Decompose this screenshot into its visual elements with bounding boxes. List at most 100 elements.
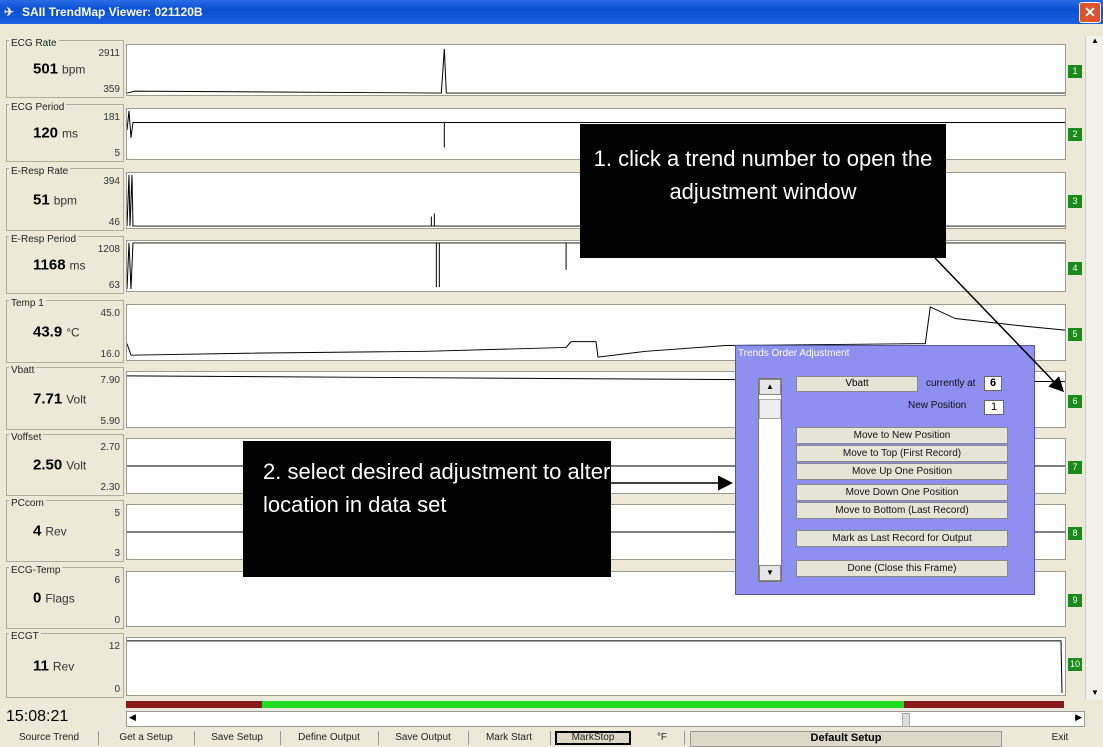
trend-name: Voffset [9, 432, 44, 443]
trend-name: Vbatt [9, 365, 37, 376]
trend-label-panel: PCcom 5 4 Rev 3 [6, 498, 124, 562]
trend-row-10: ECGT 12 11 Rev 0 [0, 631, 1066, 698]
mark-stop-button[interactable]: MarkStop [555, 731, 631, 745]
source-trend-button[interactable]: Source Trend [0, 731, 99, 745]
trend-row-1: ECG Rate 2911 501 bpm 359 [0, 38, 1066, 98]
trend-name: ECG Period [9, 102, 67, 113]
trend-number-6[interactable]: 6 [1068, 395, 1082, 408]
define-output-button[interactable]: Define Output [280, 731, 379, 745]
trend-number-8[interactable]: 8 [1068, 527, 1082, 540]
range-excluded-start [126, 701, 262, 708]
trend-value: 0 Flags [33, 589, 75, 607]
trend-name: ECG Rate [9, 38, 59, 49]
scroll-thumb[interactable] [902, 713, 910, 727]
trend-plot[interactable] [126, 44, 1066, 96]
callout-step-1: 1. click a trend number to open the adju… [580, 124, 946, 258]
move-to-new-position-button[interactable]: Move to New Position [796, 427, 1008, 444]
callout-step-1-text: 1. click a trend number to open the adju… [593, 146, 933, 204]
trend-max: 12 [108, 641, 120, 652]
vertical-scrollbar[interactable]: ▲ ▼ [1085, 36, 1103, 700]
time-display: 15:08:21 [6, 708, 69, 725]
trend-min: 0 [114, 684, 120, 695]
move-to-top-button[interactable]: Move to Top (First Record) [796, 445, 1008, 462]
new-position-input[interactable]: 1 [984, 400, 1004, 415]
trend-max: 45.0 [100, 308, 120, 319]
trend-min: 5 [114, 148, 120, 159]
move-up-button[interactable]: Move Up One Position [796, 463, 1008, 480]
scroll-up-icon[interactable]: ▲ [1086, 36, 1103, 48]
mark-last-record-button[interactable]: Mark as Last Record for Output [796, 530, 1008, 547]
range-selected [262, 701, 904, 708]
selected-trend-field: Vbatt [796, 376, 918, 392]
trend-label-panel: ECGT 12 11 Rev 0 [6, 631, 124, 698]
trend-max: 2911 [98, 48, 120, 59]
window-title: SAII TrendMap Viewer: 021120B [22, 5, 203, 19]
trend-min: 63 [108, 280, 120, 291]
move-down-button[interactable]: Move Down One Position [796, 484, 1008, 501]
trend-number-4[interactable]: 4 [1068, 262, 1082, 275]
list-down-icon[interactable]: ▼ [759, 565, 781, 581]
trend-number-5[interactable]: 5 [1068, 328, 1082, 341]
list-up-icon[interactable]: ▲ [759, 379, 781, 395]
trend-plot[interactable] [126, 637, 1066, 696]
toolbar: Source Trend Get a Setup Save Setup Defi… [0, 731, 1103, 747]
trend-name: PCcom [9, 498, 46, 509]
save-setup-button[interactable]: Save Setup [194, 731, 281, 745]
trend-label-panel: Vbatt 7.90 7.71 Volt 5.90 [6, 365, 124, 430]
scroll-left-icon[interactable]: ◀ [129, 712, 136, 723]
new-position-label: New Position [908, 400, 967, 411]
close-button[interactable]: ✕ [1079, 2, 1101, 23]
trend-value: 51 bpm [33, 191, 78, 208]
trend-number-10[interactable]: 10 [1068, 658, 1082, 671]
trend-number-2[interactable]: 2 [1068, 128, 1082, 141]
list-thumb[interactable] [759, 399, 781, 419]
current-position-value: 6 [984, 376, 1002, 391]
trend-min: 46 [108, 217, 120, 228]
trend-value: 1168 ms [33, 256, 86, 274]
fahrenheit-toggle[interactable]: °F [640, 731, 685, 745]
trend-value: 7.71 Volt [33, 390, 87, 407]
get-setup-button[interactable]: Get a Setup [98, 731, 195, 745]
trend-number-9[interactable]: 9 [1068, 594, 1082, 607]
scroll-right-icon[interactable]: ▶ [1075, 712, 1082, 723]
trend-label-panel: Temp 1 45.0 43.9 °C 16.0 [6, 298, 124, 363]
trend-name: Temp 1 [9, 298, 46, 309]
trend-value: 501 bpm [33, 60, 86, 78]
done-button[interactable]: Done (Close this Frame) [796, 560, 1008, 577]
horizontal-scrollbar[interactable]: ◀ ▶ [126, 711, 1085, 727]
trend-min: 0 [114, 615, 120, 626]
callout-step-2-text: 2. select desired adjustment to alter lo… [263, 459, 611, 517]
move-to-bottom-button[interactable]: Move to Bottom (Last Record) [796, 502, 1008, 519]
trend-min: 5.90 [100, 416, 120, 427]
scroll-down-icon[interactable]: ▼ [1086, 688, 1103, 700]
exit-button[interactable]: Exit [1020, 731, 1100, 745]
trend-value: 43.9 °C [33, 323, 80, 340]
callout-step-2: 2. select desired adjustment to alter lo… [243, 441, 611, 577]
trend-max: 181 [103, 112, 120, 123]
trend-label-panel: ECG-Temp 6 0 Flags 0 [6, 565, 124, 629]
trend-min: 16.0 [100, 349, 120, 360]
trends-order-dialog: Trends Order Adjustment ▲ ▼ Vbatt curren… [735, 345, 1035, 595]
trend-number-1[interactable]: 1 [1068, 65, 1082, 78]
range-excluded-end [904, 701, 1064, 708]
trend-max: 1208 [97, 244, 120, 255]
trend-max: 6 [114, 575, 120, 586]
trend-label-panel: E-Resp Rate 394 51 bpm 46 [6, 166, 124, 231]
trend-number-7[interactable]: 7 [1068, 461, 1082, 474]
save-output-button[interactable]: Save Output [378, 731, 469, 745]
trend-max: 5 [114, 508, 120, 519]
time-range-bar[interactable] [126, 701, 1064, 708]
trend-label-panel: ECG Period 181 120 ms 5 [6, 102, 124, 162]
mark-start-button[interactable]: Mark Start [468, 731, 551, 745]
trend-list[interactable]: ▲ ▼ [758, 378, 782, 582]
currently-at-label: currently at [926, 378, 976, 389]
trend-min: 3 [114, 548, 120, 559]
trend-number-3[interactable]: 3 [1068, 195, 1082, 208]
app-icon: ✈ [4, 5, 15, 19]
trend-name: ECGT [9, 631, 41, 642]
trend-min: 2.30 [100, 482, 120, 493]
trend-label-panel: ECG Rate 2911 501 bpm 359 [6, 38, 124, 98]
trend-name: ECG-Temp [9, 565, 63, 576]
trend-max: 2.70 [100, 442, 120, 453]
trend-value: 11 Rev [33, 657, 75, 674]
